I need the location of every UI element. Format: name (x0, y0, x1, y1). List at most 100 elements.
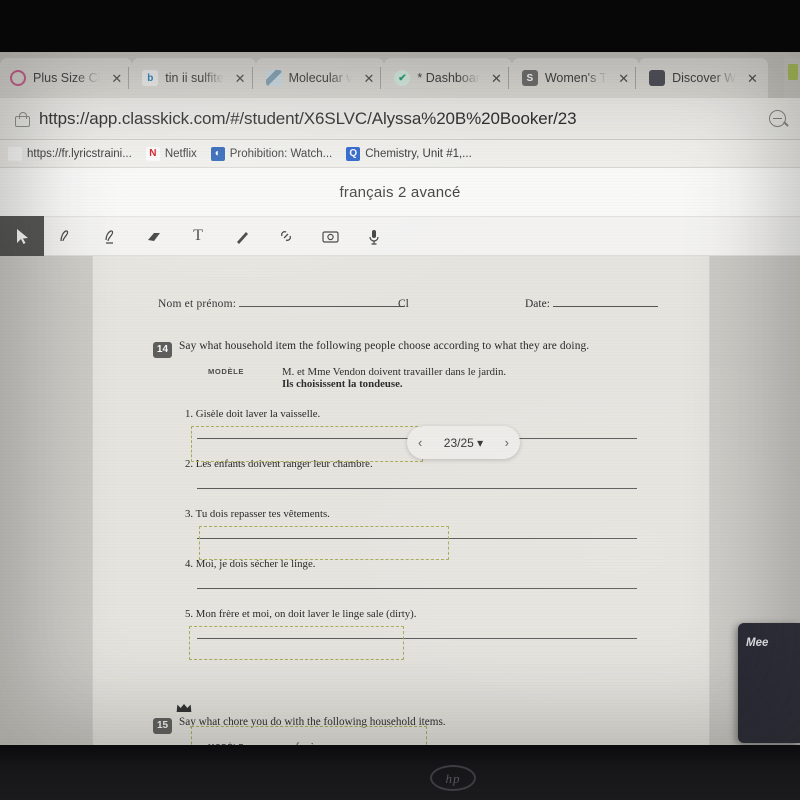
exercise-14-answer-line-4 (197, 588, 637, 589)
exercise-15-number: 15 (153, 717, 172, 734)
browser-tab-2[interactable]: Molecular v ✕ (251, 58, 385, 98)
crown-icon (176, 704, 192, 712)
browser-tab-3[interactable]: ✔ * Dashboar ✕ (380, 58, 512, 98)
pbs-favicon: ◐ (210, 146, 225, 161)
bookmarks-bar: https://fr.lyricstraini... N Netflix ◐ Prohi… (0, 140, 800, 168)
browser-tab-title-2: Molecular v (288, 71, 353, 85)
app-header: français 2 avancé (0, 168, 800, 216)
page-navigator: ‹ 23/25 ▾ › (407, 426, 520, 459)
cursor-tool[interactable] (0, 216, 44, 256)
exercise-14-modele-prompt: M. et Mme Vendon doivent travailler dans… (282, 366, 507, 378)
date-field-label: Date: (525, 298, 658, 310)
microphone-tool[interactable] (352, 216, 396, 256)
site-info-icon[interactable] (14, 111, 30, 127)
browser-tab-title-5: Discover W (672, 71, 737, 85)
browser-address-bar: https://app.classkick.com/#/student/X6SL… (0, 98, 800, 140)
browser-tab-strip: Plus Size Cl ✕ b tin ii sulfite ✕ Molecular v… (0, 52, 800, 98)
link-tool[interactable] (264, 216, 308, 256)
laptop-bezel-top (0, 0, 800, 52)
browser-tab-1[interactable]: b tin ii sulfite ✕ (128, 58, 256, 98)
browser-tab-close-0[interactable]: ✕ (107, 70, 126, 87)
browser-tab-close-5[interactable]: ✕ (743, 70, 762, 87)
pen-tool[interactable] (44, 216, 88, 256)
address-bar-actions (769, 110, 786, 127)
name-field-label: Nom et prénom: (158, 298, 405, 310)
date-label-text: Date: (525, 298, 550, 310)
answer-region-1[interactable] (191, 426, 423, 462)
text-tool-glyph: T (193, 227, 203, 244)
browser-tab-title-0: Plus Size Cl (33, 71, 101, 85)
news-favicon (649, 70, 666, 86)
bookmark-label-1: Netflix (164, 147, 197, 160)
answer-region-3[interactable] (189, 626, 404, 660)
s-letter-favicon: S (521, 70, 538, 86)
date-blank-rule (552, 306, 658, 307)
name-blank-rule (239, 306, 405, 307)
annotation-toolbar: T (0, 216, 800, 256)
bookmark-2[interactable]: ◐ Prohibition: Watch... (210, 146, 333, 161)
browser-tab-partial[interactable] (784, 58, 800, 98)
classkick-favicon: ✔ (394, 70, 411, 86)
exercise-14-item-text-1: 1. Gisèle doit laver la vaisselle. (185, 408, 321, 420)
exercise-14-instruction: 14 Say what household item the following … (153, 340, 673, 358)
screen: Plus Size Cl ✕ b tin ii sulfite ✕ Molecular v… (0, 52, 800, 745)
teams-meeting-popup[interactable]: Mee (738, 623, 800, 743)
generic-favicon (8, 146, 22, 161)
class-field-label: Cl (398, 298, 409, 310)
bookmark-0[interactable]: https://fr.lyricstraini... (8, 146, 132, 161)
bookmark-3[interactable]: Q Chemistry, Unit #1,... (346, 146, 472, 161)
browser-tab-close-4[interactable]: ✕ (614, 70, 633, 87)
exercise-14-instruction-text: Say what household item the following pe… (179, 340, 590, 352)
exercise-14-item-4: 4. Moi, je dois sécher le linge. (185, 558, 705, 608)
browser-tab-title-1: tin ii sulfite (165, 71, 224, 85)
page-indicator-text: 23/25 (443, 435, 474, 450)
hp-logo: hp (430, 765, 476, 791)
teams-meeting-popup-title: Mee (746, 637, 769, 649)
browser-tab-close-1[interactable]: ✕ (231, 70, 250, 87)
netflix-favicon: N (145, 146, 160, 161)
classkick-app: français 2 avancé T Nom et prénom: Cl Da… (0, 168, 800, 745)
bing-favicon: b (142, 70, 159, 86)
browser-tab-close-3[interactable]: ✕ (487, 70, 506, 87)
chevron-down-icon: ▾ (477, 435, 484, 450)
exercise-14-item-text-3: 3. Tu dois repasser tes vêtements. (185, 508, 330, 520)
pink-circle-favicon (10, 70, 26, 86)
name-label-text: Nom et prénom: (158, 298, 237, 310)
exercise-14-number: 14 (153, 341, 172, 358)
next-page-button[interactable]: › (505, 435, 509, 450)
striped-document-favicon (265, 70, 282, 86)
camera-tool[interactable] (308, 216, 352, 256)
exercise-14-item-text-5: 5. Mon frère et moi, on doit laver le li… (185, 608, 417, 620)
highlighter-tool[interactable] (88, 216, 132, 256)
browser-tab-4[interactable]: S Women's T ✕ (507, 58, 640, 98)
bookmark-label-2: Prohibition: Watch... (229, 147, 333, 160)
exercise-14-item-2: 2. Les enfants doivent ranger leur chamb… (185, 458, 705, 508)
exercise-14-modele-body: M. et Mme Vendon doivent travailler dans… (282, 366, 506, 390)
laptop-screen-photo: Plus Size Cl ✕ b tin ii sulfite ✕ Molecular v… (0, 0, 800, 800)
address-input[interactable]: https://app.classkick.com/#/student/X6SL… (39, 109, 577, 129)
worksheet-canvas[interactable]: Nom et prénom: Cl Date: 14 Say what house… (0, 256, 800, 745)
previous-page-button[interactable]: ‹ (418, 435, 422, 450)
draw-tool[interactable] (220, 216, 264, 256)
exercise-14-modele-tag: MODÈLE (208, 367, 245, 376)
answer-region-2[interactable] (199, 526, 449, 560)
bookmark-label-0: https://fr.lyricstraini... (27, 147, 132, 160)
browser-tab-0[interactable]: Plus Size Cl ✕ (0, 58, 133, 98)
browser-tab-title-3: * Dashboar (417, 71, 480, 85)
bookmark-label-3: Chemistry, Unit #1,... (365, 147, 472, 160)
worksheet-page: Nom et prénom: Cl Date: 14 Say what house… (93, 256, 709, 745)
browser-tab-title-4: Women's T (544, 71, 608, 85)
browser-tab-5[interactable]: Discover W ✕ (635, 58, 768, 98)
browser-tab-close-2[interactable]: ✕ (359, 70, 378, 87)
exercise-14-modele-answer: Ils choisissent la tondeuse. (282, 378, 403, 390)
exercise-14-modele: MODÈLE M. et Mme Vendon doivent travaill… (208, 366, 638, 390)
assignment-title: français 2 avancé (339, 183, 461, 201)
text-tool[interactable]: T (176, 216, 220, 256)
eraser-tool[interactable] (132, 216, 176, 256)
bookmark-1[interactable]: N Netflix (145, 146, 197, 161)
page-indicator[interactable]: 23/25 ▾ (444, 436, 483, 450)
answer-region-4[interactable] (191, 726, 427, 745)
zoom-out-icon[interactable] (769, 110, 786, 127)
exercise-14-answer-line-2 (197, 488, 637, 489)
quizlet-favicon: Q (346, 146, 361, 161)
